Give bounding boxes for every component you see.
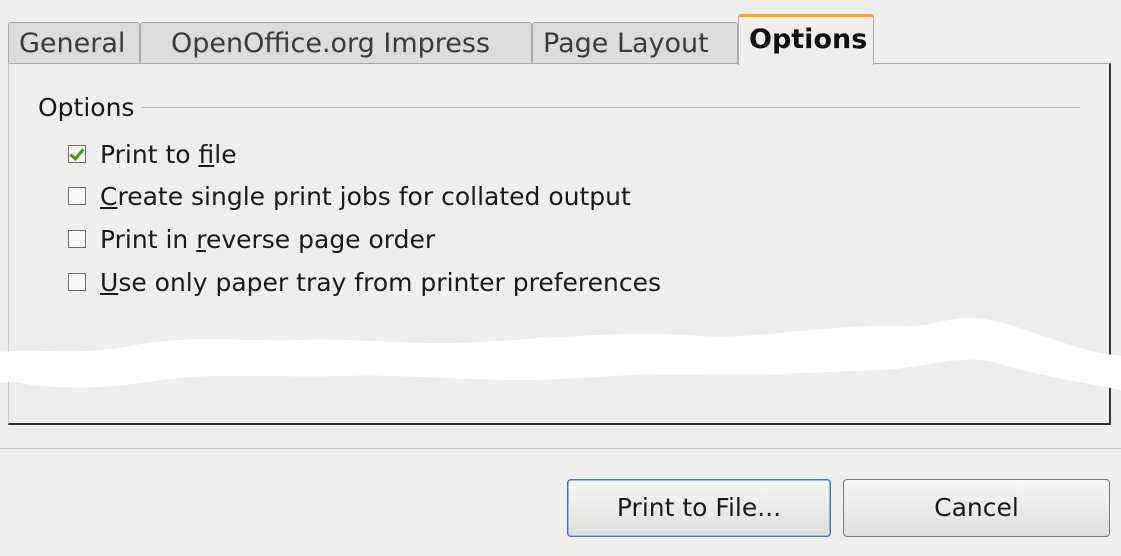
reverse-page-order-label: Print in reverse page order [100,224,436,254]
print-to-file-button[interactable]: Print to File... [567,479,831,537]
tab-options[interactable]: Options [738,14,874,65]
paper-tray-checkbox[interactable] [68,273,86,291]
paper-tray-option[interactable]: Use only paper tray from printer prefere… [68,266,661,298]
paper-tray-label: Use only paper tray from printer prefere… [100,267,662,297]
single-print-jobs-option[interactable]: Create single print jobs for collated ou… [68,180,631,212]
reverse-page-order-checkbox[interactable] [68,230,86,248]
tab-general[interactable]: General [8,22,140,64]
print-to-file-label: Print to file [100,139,237,169]
button-area-separator [0,448,1121,449]
tab-openoffice-impress[interactable]: OpenOffice.org Impress [140,22,532,64]
tab-page-layout[interactable]: Page Layout [532,22,738,64]
print-dialog: General OpenOffice.org Impress Page Layo… [0,0,1121,556]
group-separator [40,107,1080,108]
single-print-jobs-checkbox[interactable] [68,187,86,205]
reverse-page-order-option[interactable]: Print in reverse page order [68,223,435,255]
print-to-file-checkbox[interactable] [68,145,86,163]
print-to-file-option[interactable]: Print to file [68,138,237,170]
single-print-jobs-label: Create single print jobs for collated ou… [100,181,631,211]
options-group-title: Options [38,93,143,122]
cancel-button[interactable]: Cancel [843,479,1110,537]
